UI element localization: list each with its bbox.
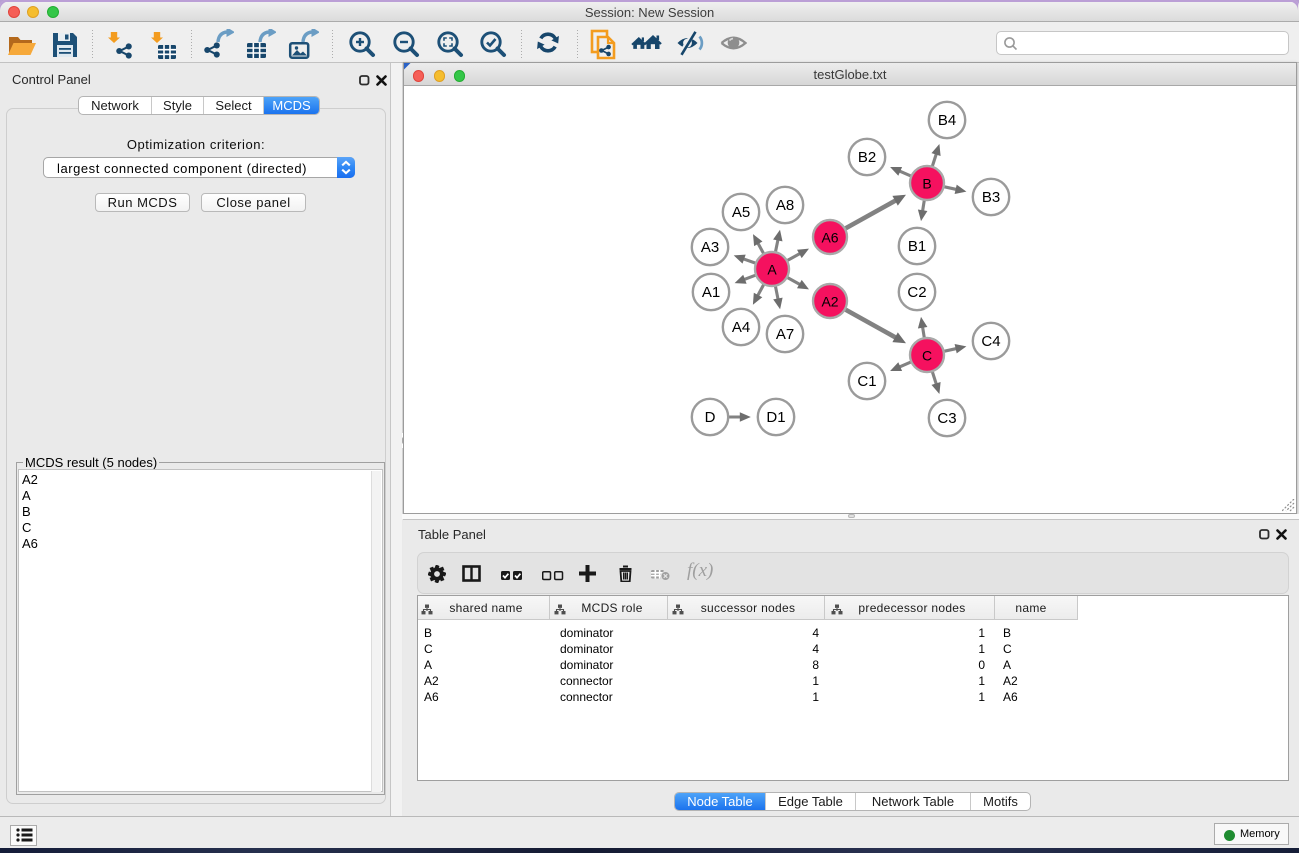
svg-text:A7: A7 xyxy=(776,326,794,343)
svg-text:C: C xyxy=(922,348,932,364)
svg-text:C3: C3 xyxy=(937,410,956,427)
svg-text:B4: B4 xyxy=(938,112,956,129)
svg-text:D1: D1 xyxy=(766,409,785,426)
svg-text:A1: A1 xyxy=(702,284,720,301)
svg-text:B1: B1 xyxy=(908,238,926,255)
svg-text:A5: A5 xyxy=(732,204,750,221)
svg-text:A2: A2 xyxy=(821,294,838,310)
svg-text:A6: A6 xyxy=(821,230,838,246)
svg-text:D: D xyxy=(705,409,716,426)
svg-text:B: B xyxy=(922,176,931,192)
svg-text:B2: B2 xyxy=(858,149,876,166)
svg-text:C1: C1 xyxy=(857,373,876,390)
svg-text:B3: B3 xyxy=(982,189,1000,206)
svg-text:C2: C2 xyxy=(907,284,926,301)
svg-text:C4: C4 xyxy=(981,333,1000,350)
svg-text:A4: A4 xyxy=(732,319,750,336)
svg-text:A3: A3 xyxy=(701,239,719,256)
svg-text:A: A xyxy=(767,262,777,278)
svg-text:A8: A8 xyxy=(776,197,794,214)
